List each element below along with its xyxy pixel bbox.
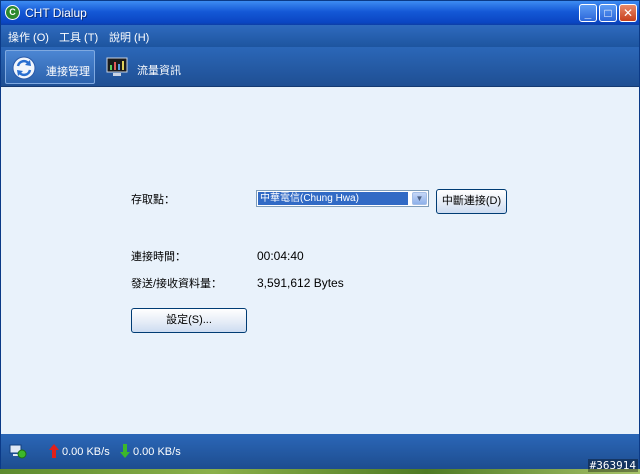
main-panel: 存取點： 中華電信(Chung Hwa) ▼ 中斷連接(D) 連接時間： 00:… bbox=[1, 88, 639, 434]
desktop-background bbox=[0, 469, 640, 474]
window-title: CHT Dialup bbox=[25, 6, 87, 20]
download-rate: 0.00 KB/s bbox=[133, 446, 181, 458]
upload-rate: 0.00 KB/s bbox=[62, 446, 110, 458]
connection-refresh-icon bbox=[12, 56, 36, 80]
settings-button[interactable]: 設定(S)... bbox=[131, 308, 247, 333]
download-arrow-icon bbox=[120, 444, 130, 458]
menu-tools[interactable]: 工具 (T) bbox=[59, 29, 98, 45]
menu-operation[interactable]: 操作 (O) bbox=[8, 29, 49, 45]
app-window: C CHT Dialup _ □ ✕ 操作 (O) 工具 (T) 說明 (H) … bbox=[0, 0, 640, 470]
toolbar: 連接管理 流量資訊 bbox=[1, 47, 639, 87]
menu-bar: 操作 (O) 工具 (T) 說明 (H) bbox=[1, 25, 639, 47]
upload-arrow-icon bbox=[49, 444, 59, 458]
data-volume-value: 3,591,612 Bytes bbox=[257, 276, 344, 290]
monitor-chart-icon bbox=[106, 57, 128, 76]
access-point-value: 中華電信(Chung Hwa) bbox=[258, 192, 408, 205]
data-volume-label: 發送/接收資料量： bbox=[131, 278, 223, 290]
connection-manager-label: 連接管理 bbox=[46, 66, 90, 78]
access-point-select[interactable]: 中華電信(Chung Hwa) ▼ bbox=[256, 190, 429, 207]
connect-time-label: 連接時間： bbox=[131, 251, 186, 263]
disconnect-button[interactable]: 中斷連接(D) bbox=[436, 189, 507, 214]
traffic-info-label: 流量資訊 bbox=[137, 65, 181, 77]
chevron-down-icon[interactable]: ▼ bbox=[412, 192, 427, 205]
app-icon[interactable]: C bbox=[5, 5, 20, 20]
minimize-button[interactable]: _ bbox=[579, 4, 597, 22]
close-button[interactable]: ✕ bbox=[619, 4, 637, 22]
maximize-button[interactable]: □ bbox=[599, 4, 617, 22]
access-point-label: 存取點： bbox=[131, 194, 175, 206]
connect-time-value: 00:04:40 bbox=[257, 249, 304, 263]
menu-help[interactable]: 說明 (H) bbox=[109, 29, 149, 45]
traffic-info-tab[interactable]: 流量資訊 bbox=[99, 50, 189, 84]
network-status-icon[interactable] bbox=[9, 443, 27, 459]
watermark: #363914 bbox=[587, 459, 638, 472]
status-bar: 0.00 KB/s 0.00 KB/s bbox=[1, 434, 639, 470]
title-bar[interactable]: C CHT Dialup _ □ ✕ bbox=[1, 1, 639, 25]
connection-manager-tab[interactable]: 連接管理 bbox=[5, 50, 95, 84]
